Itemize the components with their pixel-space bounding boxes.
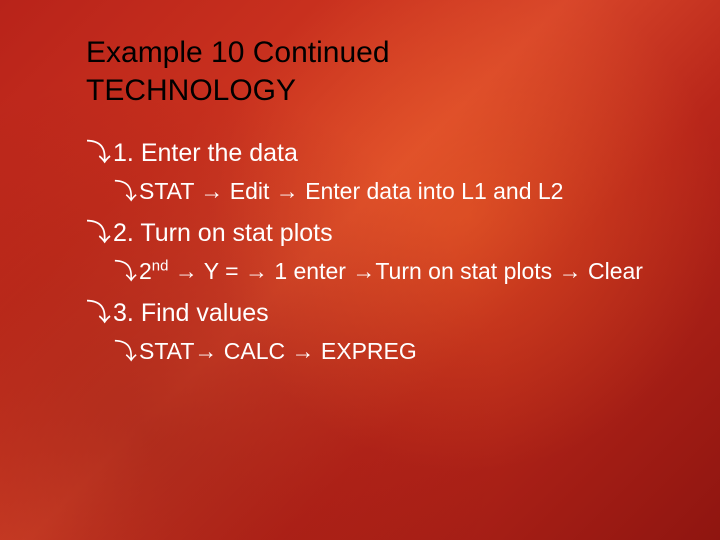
step-1-num: 1. bbox=[113, 139, 134, 167]
step-3: ⤵3. Find values ⤵STAT→ CALC → EXPREG bbox=[86, 297, 660, 367]
step-2-sub: ⤵2nd → Y = → 1 enter →Turn on stat plots… bbox=[114, 255, 660, 287]
step-2-text: Turn on stat plots bbox=[140, 219, 332, 247]
step-3-sub: ⤵STAT→ CALC → EXPREG bbox=[114, 335, 660, 367]
step-1: ⤵1. Enter the data ⤵STAT → Edit → Enter … bbox=[86, 137, 660, 207]
bullet-icon: ⤵ bbox=[86, 217, 111, 251]
step-3-heading: ⤵3. Find values bbox=[86, 297, 660, 331]
step-list: ⤵1. Enter the data ⤵STAT → Edit → Enter … bbox=[86, 137, 660, 367]
superscript-nd: nd bbox=[152, 257, 169, 274]
step-3-sub-item: ⤵STAT→ CALC → EXPREG bbox=[114, 335, 660, 367]
step-2-num: 2. bbox=[113, 219, 134, 247]
slide: Example 10 Continued TECHNOLOGY ⤵1. Ente… bbox=[0, 0, 720, 540]
step-1-text: Enter the data bbox=[141, 139, 298, 167]
slide-title: Example 10 Continued TECHNOLOGY bbox=[86, 34, 660, 109]
bullet-icon: ⤵ bbox=[114, 255, 137, 287]
step-2-sub-text: ⤵2nd → Y = → 1 enter →Turn on stat plots… bbox=[114, 255, 660, 287]
title-line-2: TECHNOLOGY bbox=[86, 72, 660, 110]
bullet-icon: ⤵ bbox=[114, 335, 137, 367]
step-1-sub-item: ⤵STAT → Edit → Enter data into L1 and L2 bbox=[114, 175, 660, 207]
step-1-heading: ⤵1. Enter the data bbox=[86, 137, 660, 171]
step-2: ⤵2. Turn on stat plots ⤵2nd → Y = → 1 en… bbox=[86, 217, 660, 287]
title-line-1: Example 10 Continued bbox=[86, 36, 390, 69]
step-3-text: Find values bbox=[141, 299, 269, 327]
step-2-heading: ⤵2. Turn on stat plots bbox=[86, 217, 660, 251]
bullet-icon: ⤵ bbox=[114, 175, 137, 207]
step-1-sub: ⤵STAT → Edit → Enter data into L1 and L2 bbox=[114, 175, 660, 207]
step-3-num: 3. bbox=[113, 299, 134, 327]
step-3-sub-text: ⤵STAT→ CALC → EXPREG bbox=[114, 335, 660, 367]
bullet-icon: ⤵ bbox=[86, 137, 111, 171]
step-2-sub-item: ⤵2nd → Y = → 1 enter →Turn on stat plots… bbox=[114, 255, 660, 287]
bullet-icon: ⤵ bbox=[86, 297, 111, 331]
step-1-sub-text: ⤵STAT → Edit → Enter data into L1 and L2 bbox=[114, 175, 660, 207]
